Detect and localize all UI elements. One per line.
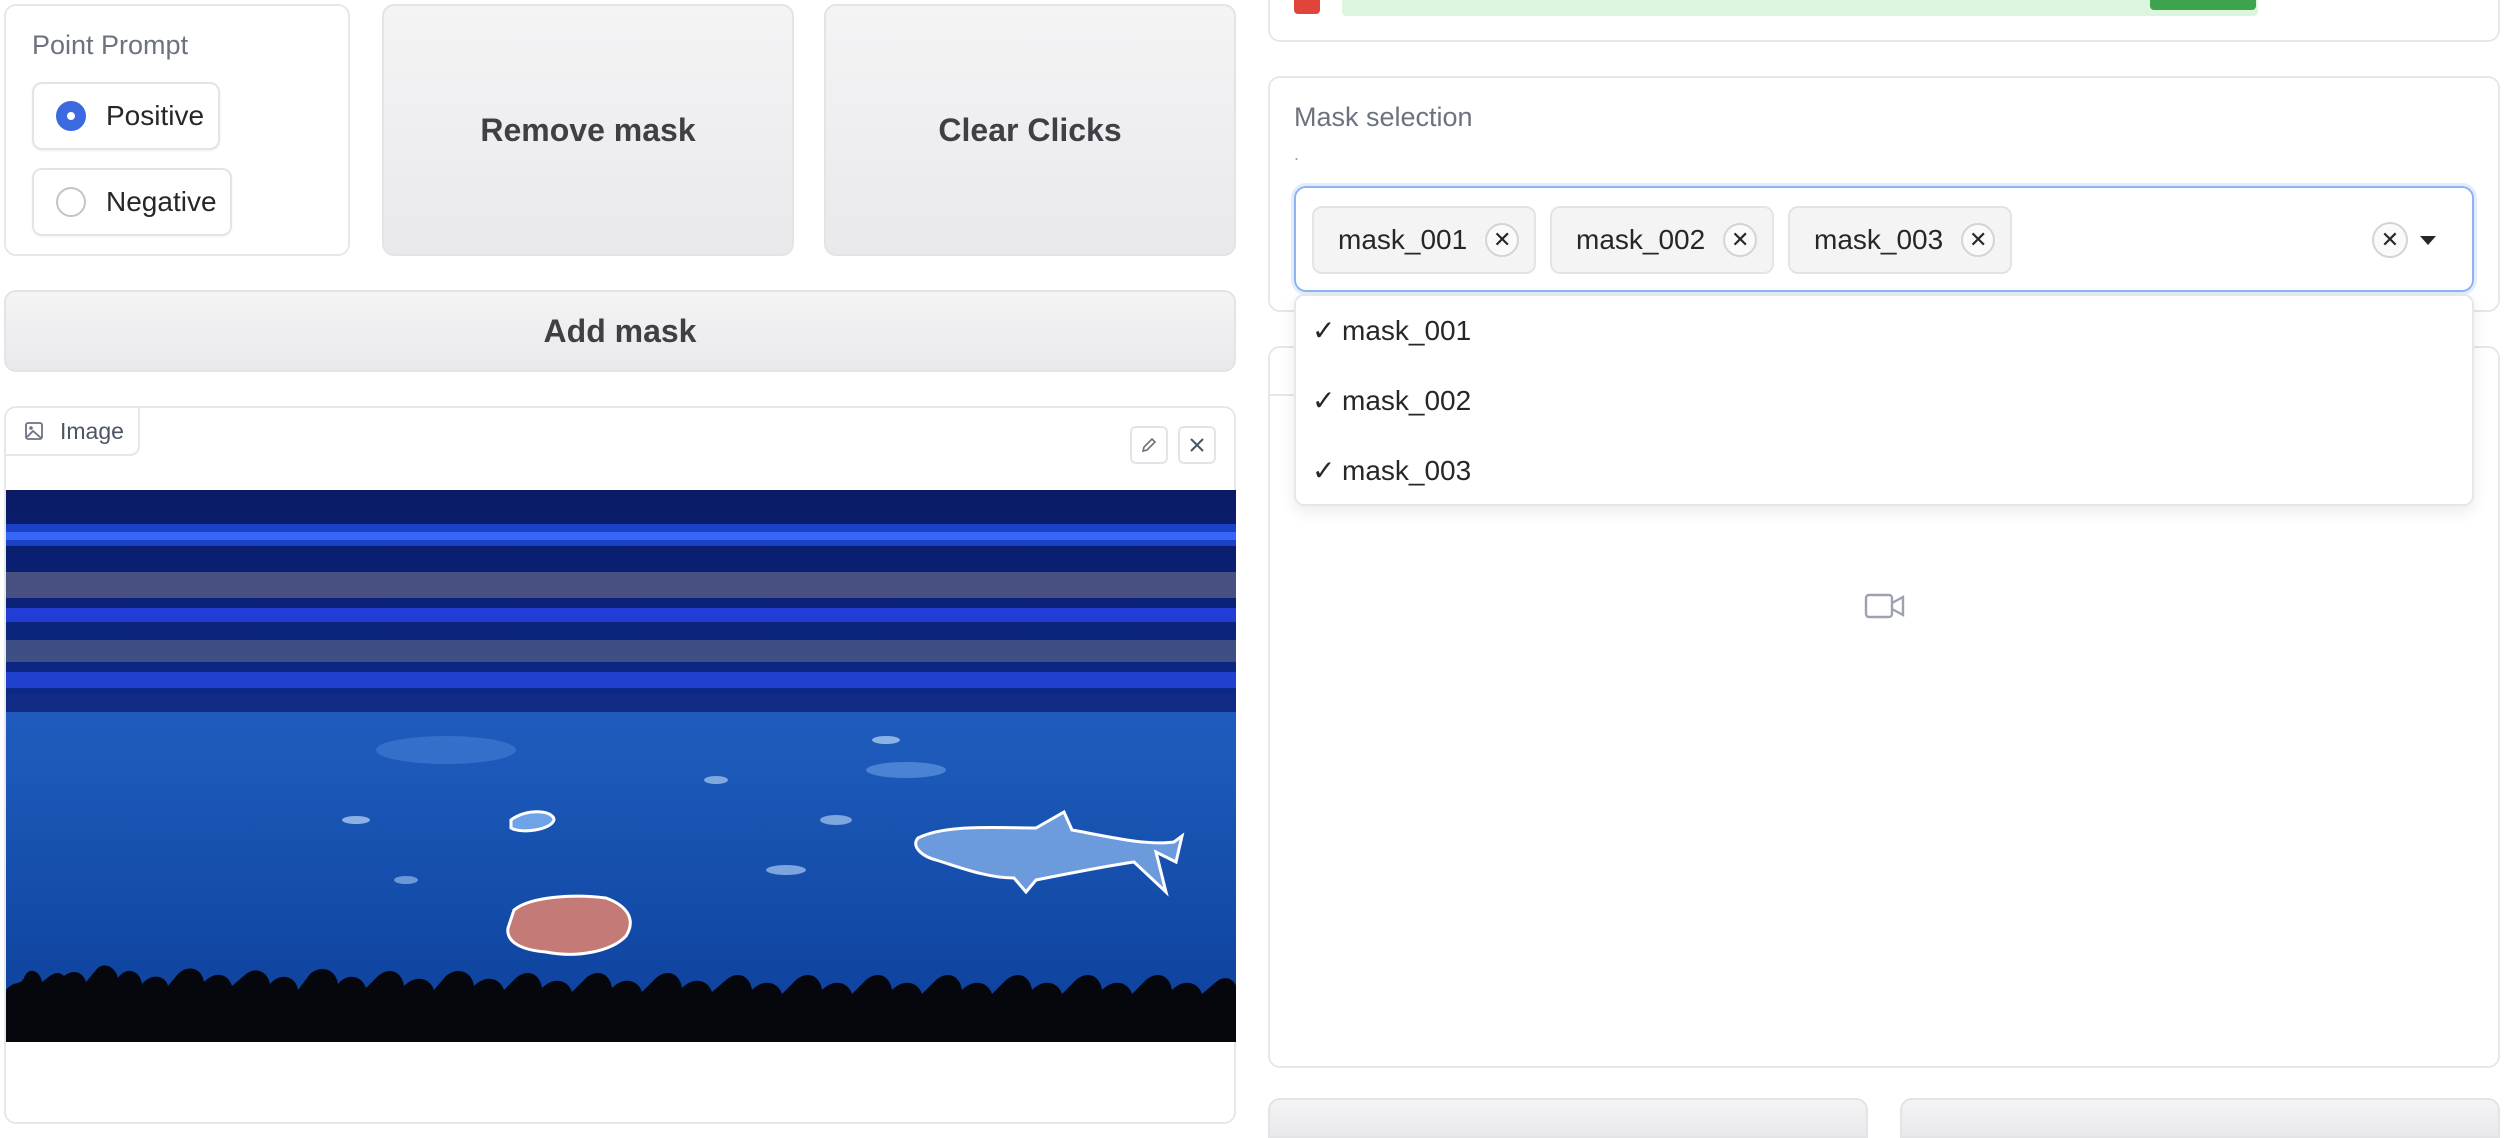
check-icon: ✓ — [1312, 455, 1336, 486]
top-progress-panel — [1268, 0, 2500, 42]
clear-image-button[interactable] — [1178, 426, 1216, 464]
dropdown-option-label: mask_001 — [1342, 315, 1472, 346]
mask-selection-label: Mask selection — [1294, 102, 1473, 132]
mask-chip-label: mask_001 — [1338, 224, 1468, 255]
clear-all-button[interactable]: ✕ — [2372, 222, 2408, 258]
edit-icon — [1141, 437, 1157, 453]
mask-outline-ray — [506, 894, 632, 956]
radio-positive-label: Positive — [106, 100, 205, 131]
add-mask-button[interactable]: Add mask — [4, 290, 1236, 372]
dropdown-option-label: mask_003 — [1342, 455, 1472, 486]
image-label-tab: Image — [6, 408, 140, 456]
mask-chip-label: mask_003 — [1814, 224, 1944, 255]
close-icon — [1190, 438, 1204, 452]
point-prompt-label: Point Prompt — [32, 30, 189, 60]
mask-chip: mask_002 ✕ — [1550, 206, 1774, 274]
status-green-badge — [2150, 0, 2256, 10]
radio-unselected-icon — [56, 187, 86, 217]
radio-negative-label: Negative — [106, 186, 217, 217]
mask-outline-small-fish — [509, 810, 556, 833]
bottom-left-button[interactable] — [1268, 1098, 1868, 1138]
dropdown-option[interactable]: ✓ mask_001 — [1312, 314, 1471, 347]
image-icon — [25, 422, 43, 440]
dropdown-option[interactable]: ✓ mask_002 — [1312, 384, 1471, 417]
point-prompt-panel: Point Prompt Positive Negative — [4, 4, 350, 256]
video-camera-icon — [1864, 593, 1905, 619]
image-panel: Image — [4, 406, 1236, 1124]
close-icon: ✕ — [2380, 227, 2400, 252]
mask-chip: mask_003 ✕ — [1788, 206, 2012, 274]
clear-clicks-button[interactable]: Clear Clicks — [824, 4, 1236, 256]
remove-chip-icon[interactable]: ✕ — [1485, 223, 1520, 257]
radio-positive[interactable]: Positive — [32, 82, 220, 150]
dropdown-option[interactable]: ✓ mask_003 — [1312, 454, 1471, 487]
mask-selection-info: . — [1294, 144, 1300, 164]
mask-chip-label: mask_002 — [1576, 224, 1706, 255]
image-label: Image — [60, 417, 124, 444]
radio-negative[interactable]: Negative — [32, 168, 232, 236]
remove-chip-icon[interactable]: ✕ — [1961, 223, 1996, 257]
chevron-down-icon[interactable] — [2420, 236, 2436, 245]
check-icon: ✓ — [1312, 315, 1336, 346]
remove-mask-button[interactable]: Remove mask — [382, 4, 794, 256]
check-icon: ✓ — [1312, 385, 1336, 416]
bottom-right-button[interactable] — [1900, 1098, 2500, 1138]
remove-chip-icon[interactable]: ✕ — [1723, 223, 1758, 257]
edit-button[interactable] — [1130, 426, 1168, 464]
mask-chip: mask_001 ✕ — [1312, 206, 1536, 274]
aquarium-image[interactable] — [6, 490, 1236, 1042]
radio-selected-icon — [56, 101, 86, 131]
status-highlight-bar — [1342, 0, 2258, 16]
dropdown-option-label: mask_002 — [1342, 385, 1472, 416]
error-badge — [1294, 0, 1320, 14]
